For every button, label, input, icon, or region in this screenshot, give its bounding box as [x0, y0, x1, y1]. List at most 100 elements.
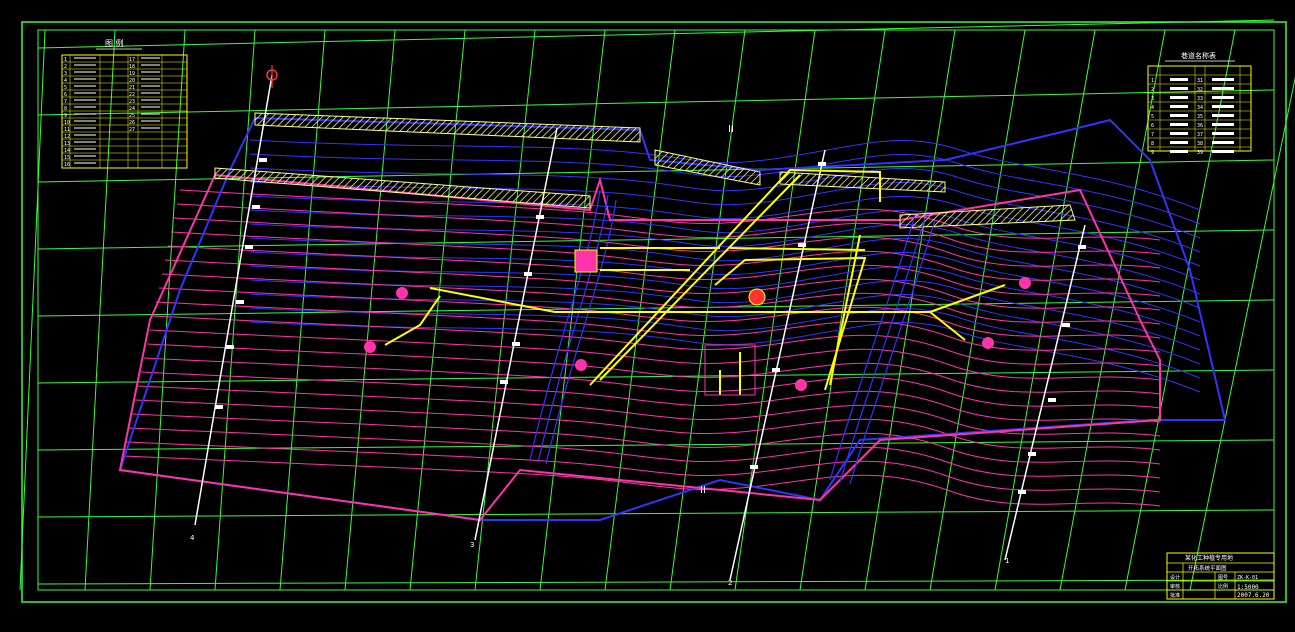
- shaft-name-table: 巷道名称表 123456789313233343536373839: [1147, 51, 1252, 156]
- shaft-name-cell: [1212, 78, 1234, 81]
- shaft-name-cell: [1212, 150, 1234, 153]
- grid-line-horizontal: [37, 509, 1275, 518]
- section-label-4: 4: [190, 534, 195, 542]
- shaft-row-number: 39: [1197, 150, 1203, 156]
- shaft-name-cell: [1170, 96, 1188, 99]
- contour-line: [137, 385, 1161, 437]
- legend-row-number: 2: [64, 64, 67, 70]
- contour-line: [122, 455, 1161, 507]
- mine-boundary-magenta: [118, 174, 1161, 522]
- shaft-name-cell: [1170, 87, 1188, 90]
- legend-row-number: 17: [129, 57, 135, 63]
- shaft-name-cell: [1212, 141, 1234, 144]
- legend-row-number: 7: [64, 99, 67, 105]
- shaft-row-number: 35: [1197, 114, 1203, 120]
- north-arrow-icon: [266, 65, 278, 88]
- title-label-approve: 批准: [1170, 592, 1180, 599]
- legend-row-number: 1: [64, 57, 67, 63]
- grid-line-vertical: [1059, 29, 1166, 591]
- section-mark-bottom: II: [700, 485, 706, 496]
- grid-line-vertical: [214, 29, 256, 591]
- title-drawing-name: 开拓系统平面图: [1188, 564, 1227, 572]
- section-label-3: 3: [470, 541, 474, 549]
- title-date: 2007.6.20: [1237, 592, 1270, 599]
- grid-line-horizontal: [37, 89, 1275, 116]
- shaft-row-number: 1: [1151, 78, 1154, 84]
- legend-row-number: 24: [129, 106, 135, 112]
- shaft-name-cell: [1170, 114, 1188, 117]
- shaft-row-number: 9: [1151, 150, 1154, 156]
- shaft-row-number: 5: [1151, 114, 1154, 120]
- legend-row-number: 12: [64, 134, 70, 140]
- ventilation-shaft-marker: [748, 288, 766, 306]
- shaft-name-cell: [1212, 96, 1234, 99]
- title-label-review: 审核: [1170, 583, 1180, 590]
- shaft-name-cell: [1170, 141, 1188, 144]
- legend-row-number: 25: [129, 113, 135, 119]
- shaft-row-number: 4: [1151, 105, 1154, 111]
- legend-row-number: 21: [129, 85, 135, 91]
- legend-row-number: 13: [64, 141, 70, 147]
- map-frame: [37, 29, 1275, 591]
- legend-row-number: 14: [64, 148, 70, 154]
- section-mark-top: II: [728, 124, 734, 135]
- shaft-name-cell: [1170, 105, 1188, 108]
- section-lines: [194, 74, 1086, 581]
- pit-outline: [704, 344, 756, 396]
- title-block: 某化工种植专用地 开拓系统平面图 设计 审核 批准 图号 ZK-K-01 比例 …: [1166, 552, 1275, 600]
- legend-row-number: 26: [129, 120, 135, 126]
- shaft-name-cell: [1212, 87, 1234, 90]
- legend-row-number: 16: [64, 162, 70, 168]
- shaft-row-number: 33: [1197, 96, 1203, 102]
- legend-row-number: 9: [64, 113, 67, 119]
- hatched-boundary-walls: [214, 112, 1076, 229]
- contour-line: [249, 321, 1201, 393]
- legend-row-number: 8: [64, 106, 67, 112]
- shaft-name-cell: [1212, 105, 1234, 108]
- legend-row-number: 5: [64, 85, 67, 91]
- grid-line-vertical: [994, 29, 1096, 591]
- legend-row-number: 20: [129, 78, 135, 84]
- grid-line-horizontal: [37, 369, 1275, 384]
- grid-line-vertical: [409, 29, 466, 591]
- cad-drawing-canvas[interactable]: 4 3 2 1 II II 图 例 1234567891011121314151…: [0, 0, 1295, 632]
- title-drawing-no-label: 图号: [1218, 575, 1228, 581]
- shaft-name-cell: [1170, 123, 1188, 126]
- grid-line-horizontal: [37, 439, 1275, 451]
- shaft-row-number: 2: [1151, 87, 1154, 93]
- grid-line-vertical: [1189, 76, 1295, 591]
- title-scale-label: 比例: [1218, 583, 1228, 590]
- legend-row-number: 23: [129, 99, 135, 105]
- legend-row-number: 19: [129, 71, 135, 77]
- grid-line-horizontal: [37, 579, 1275, 585]
- shaft-row-number: 6: [1151, 123, 1154, 129]
- shaft-name-cell: [1170, 150, 1188, 153]
- contour-line: [146, 343, 1161, 395]
- shaft-name-cell: [1170, 78, 1188, 81]
- title-company: 某化工种植专用地: [1185, 554, 1233, 562]
- tunnel-system: [384, 168, 1006, 395]
- legend-row-number: 6: [64, 92, 67, 98]
- legend-row-number: 10: [64, 120, 70, 126]
- legend-row-number: 22: [129, 92, 135, 98]
- grid-line-vertical: [344, 29, 396, 591]
- section-line-labels: 4 3 2 1: [190, 534, 1009, 587]
- grid-line-vertical: [19, 29, 46, 591]
- legend-row-number: 15: [64, 155, 70, 161]
- grid-line-vertical: [929, 29, 1026, 591]
- section-label-1: 1: [1005, 557, 1009, 565]
- shaft-row-number: 34: [1197, 105, 1203, 111]
- legend-row-number: 11: [64, 127, 70, 133]
- shaft-row-number: 3: [1151, 96, 1154, 102]
- shaft-table-title: 巷道名称表: [1181, 51, 1216, 60]
- legend-row-number: 3: [64, 71, 67, 77]
- shaft-row-number: 31: [1197, 78, 1203, 84]
- shaft-row-number: 38: [1197, 141, 1203, 147]
- shaft-name-cell: [1170, 132, 1188, 135]
- shaft-row-number: 37: [1197, 132, 1203, 138]
- grid-line-vertical: [669, 29, 746, 591]
- legend-title: 图 例: [105, 38, 124, 48]
- grid-line-vertical: [799, 29, 886, 591]
- shaft-row-number: 8: [1151, 141, 1154, 147]
- shaft-structure: [574, 249, 598, 273]
